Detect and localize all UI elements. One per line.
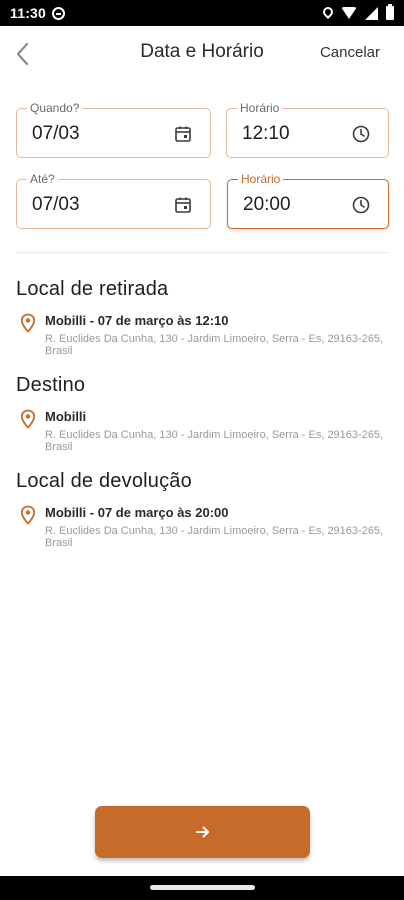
location-name: Mobilli - 07 de março às 12:10	[45, 313, 229, 328]
cell-signal-icon	[365, 6, 378, 20]
section-title: Local de devolução	[16, 470, 192, 492]
arrow-right-icon	[195, 826, 209, 838]
start-time-value: 12:10	[242, 123, 290, 144]
pickup-section: Local de retirada Mobilli - 07 de março …	[16, 278, 386, 357]
start-date-label: Quando?	[27, 100, 83, 116]
location-address: R. Euclides Da Cunha, 130 - Jardim Limoe…	[45, 429, 384, 453]
end-time-value: 20:00	[243, 194, 291, 215]
location-icon	[323, 7, 333, 20]
clock-icon[interactable]	[351, 124, 371, 144]
location-address: R. Euclides Da Cunha, 130 - Jardim Limoe…	[45, 333, 384, 357]
wifi-icon	[341, 7, 357, 19]
location-item: Mobilli R. Euclides Da Cunha, 130 - Jard…	[16, 409, 386, 453]
cancel-button[interactable]: Cancelar	[320, 44, 380, 61]
clock-icon[interactable]	[351, 195, 371, 215]
map-pin-icon	[20, 409, 36, 429]
return-section: Local de devolução Mobilli - 07 de março…	[16, 470, 386, 549]
start-time-field[interactable]: Horário 12:10	[226, 100, 389, 158]
divider	[16, 252, 389, 253]
start-date-value: 07/03	[32, 123, 80, 144]
status-time: 11:30	[10, 5, 47, 21]
app-header: Data e Horário Cancelar	[0, 26, 404, 82]
map-pin-icon	[20, 313, 36, 333]
end-date-field[interactable]: Até? 07/03	[16, 171, 211, 229]
calendar-icon[interactable]	[173, 124, 193, 144]
end-date-label: Até?	[27, 171, 58, 187]
location-item: Mobilli - 07 de março às 20:00 R. Euclid…	[16, 505, 386, 549]
system-nav-bar	[0, 876, 404, 900]
status-icons	[323, 4, 394, 20]
calendar-icon[interactable]	[173, 195, 193, 215]
section-title: Local de retirada	[16, 278, 169, 300]
end-time-field[interactable]: Horário 20:00	[227, 171, 389, 229]
next-button[interactable]	[95, 806, 310, 858]
location-item: Mobilli - 07 de março às 12:10 R. Euclid…	[16, 313, 386, 357]
start-time-label: Horário	[237, 100, 283, 116]
battery-icon	[386, 4, 394, 20]
end-time-label: Horário	[238, 171, 284, 187]
start-date-field[interactable]: Quando? 07/03	[16, 100, 211, 158]
section-title: Destino	[16, 374, 86, 396]
destination-section: Destino Mobilli R. Euclides Da Cunha, 13…	[16, 374, 386, 453]
end-date-value: 07/03	[32, 194, 80, 215]
location-address: R. Euclides Da Cunha, 130 - Jardim Limoe…	[45, 525, 384, 549]
map-pin-icon	[20, 505, 36, 525]
location-name: Mobilli	[45, 409, 87, 424]
location-name: Mobilli - 07 de março às 20:00	[45, 505, 229, 520]
home-gesture-handle[interactable]	[150, 885, 255, 890]
data-saver-icon	[52, 6, 66, 20]
status-bar: 11:30	[0, 0, 404, 26]
